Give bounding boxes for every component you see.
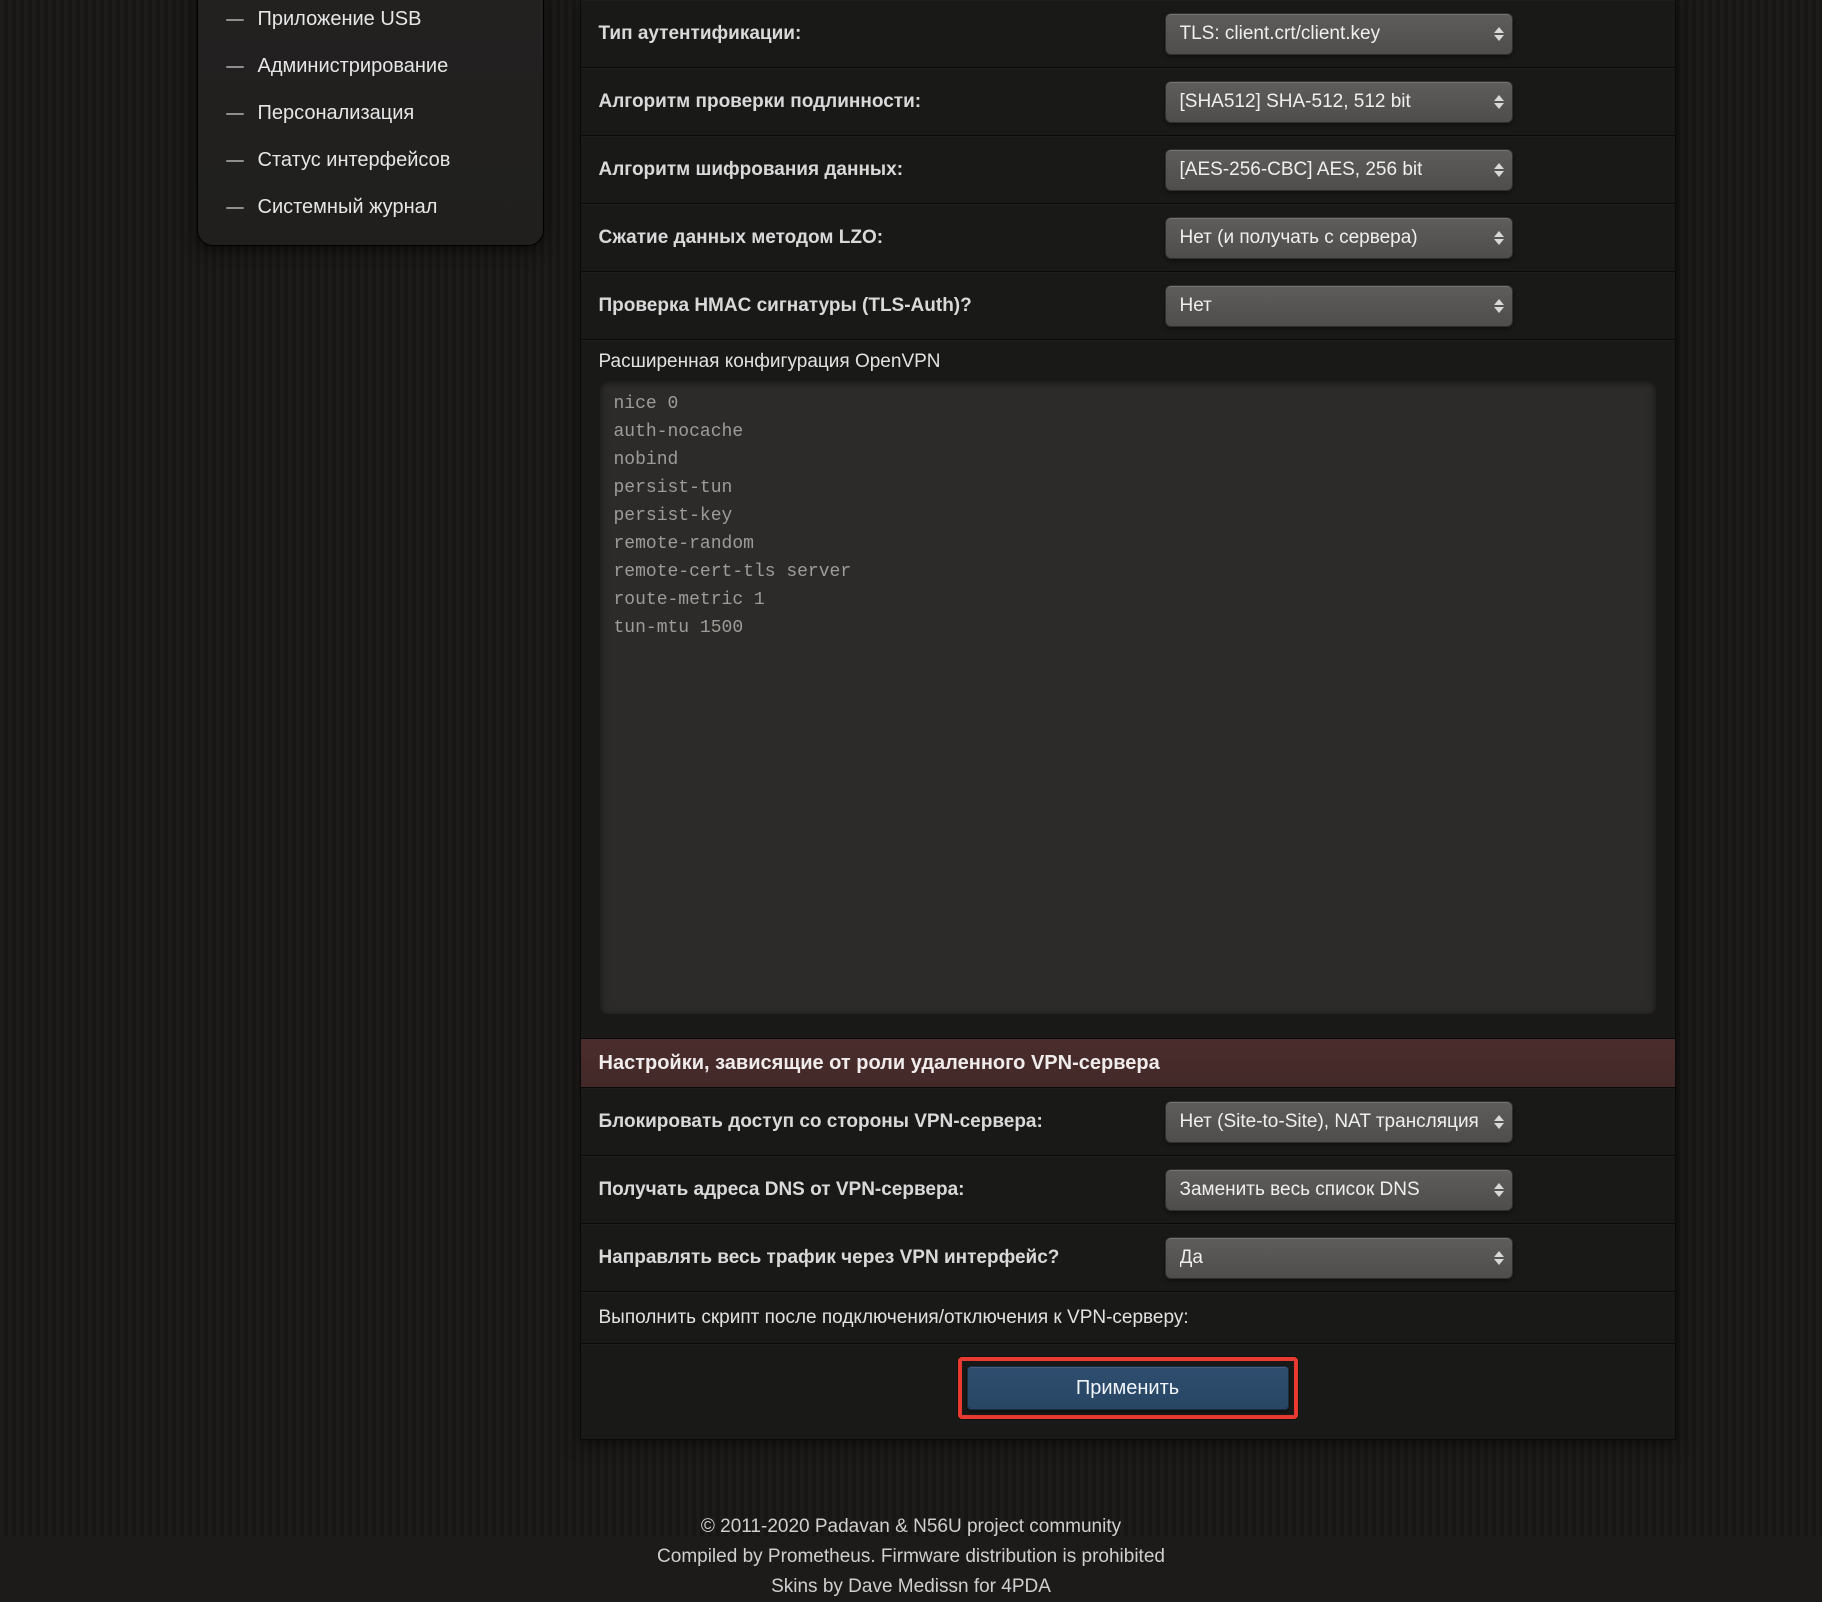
updown-icon bbox=[1494, 299, 1504, 313]
apply-button[interactable]: Применить bbox=[967, 1366, 1289, 1410]
select-block-vpn-server[interactable]: Нет (Site-to-Site), NAT трансляция bbox=[1165, 1101, 1513, 1143]
sidebar-item-usb-app[interactable]: Приложение USB bbox=[198, 0, 543, 43]
updown-icon bbox=[1494, 27, 1504, 41]
select-dns-from-vpn[interactable]: Заменить весь список DNS bbox=[1165, 1169, 1513, 1211]
footer-line-2: Compiled by Prometheus. Firmware distrib… bbox=[657, 1542, 1165, 1572]
updown-icon bbox=[1494, 1251, 1504, 1265]
dash-icon bbox=[226, 19, 244, 21]
apply-highlight: Применить bbox=[958, 1357, 1298, 1419]
label-hmac: Проверка HMAC сигнатуры (TLS-Auth)? bbox=[581, 272, 1147, 340]
select-value: [AES-256-CBC] AES, 256 bit bbox=[1180, 159, 1423, 181]
updown-icon bbox=[1494, 95, 1504, 109]
label-dns-from-vpn: Получать адреса DNS от VPN-сервера: bbox=[581, 1156, 1147, 1224]
select-value: Нет bbox=[1180, 295, 1212, 317]
footer-line-3: Skins by Dave Medissn for 4PDA bbox=[657, 1572, 1165, 1602]
select-value: Нет (Site-to-Site), NAT трансляция bbox=[1180, 1111, 1479, 1133]
sidebar-item-administration[interactable]: Администрирование bbox=[198, 43, 543, 90]
sidebar-item-label: Администрирование bbox=[258, 55, 449, 78]
select-value: [SHA512] SHA-512, 512 bit bbox=[1180, 91, 1411, 113]
dash-icon bbox=[226, 160, 244, 162]
select-cipher[interactable]: [AES-256-CBC] AES, 256 bit bbox=[1165, 149, 1513, 191]
main-panel: Тип аутентификации: TLS: client.crt/clie… bbox=[580, 0, 1676, 1440]
label-post-script: Выполнить скрипт после подключения/отклю… bbox=[581, 1292, 1675, 1344]
select-hmac[interactable]: Нет bbox=[1165, 285, 1513, 327]
sidebar-item-label: Приложение USB bbox=[258, 8, 422, 31]
sidebar: Приложение USB Администрирование Персона… bbox=[197, 0, 544, 246]
sidebar-item-label: Персонализация bbox=[258, 102, 415, 125]
apply-button-label: Применить bbox=[1076, 1377, 1179, 1400]
select-lzo[interactable]: Нет (и получать с сервера) bbox=[1165, 217, 1513, 259]
label-auth-type: Тип аутентификации: bbox=[581, 0, 1147, 68]
updown-icon bbox=[1494, 163, 1504, 177]
sidebar-item-personalization[interactable]: Персонализация bbox=[198, 90, 543, 137]
updown-icon bbox=[1494, 231, 1504, 245]
section-header-remote-role: Настройки, зависящие от роли удаленного … bbox=[581, 1039, 1675, 1088]
label-block-vpn-server: Блокировать доступ со стороны VPN-сервер… bbox=[581, 1088, 1147, 1156]
updown-icon bbox=[1494, 1115, 1504, 1129]
updown-icon bbox=[1494, 1183, 1504, 1197]
label-openvpn-config: Расширенная конфигурация OpenVPN bbox=[581, 340, 1675, 379]
label-lzo: Сжатие данных методом LZO: bbox=[581, 204, 1147, 272]
sidebar-item-label: Статус интерфейсов bbox=[258, 149, 451, 172]
select-value: TLS: client.crt/client.key bbox=[1180, 23, 1381, 45]
dash-icon bbox=[226, 113, 244, 115]
select-value: Да bbox=[1180, 1247, 1203, 1269]
select-auth-type[interactable]: TLS: client.crt/client.key bbox=[1165, 13, 1513, 55]
select-value: Нет (и получать с сервера) bbox=[1180, 227, 1418, 249]
footer: © 2011-2020 Padavan & N56U project commu… bbox=[657, 1512, 1165, 1602]
sidebar-item-system-log[interactable]: Системный журнал bbox=[198, 184, 543, 231]
sidebar-item-interface-status[interactable]: Статус интерфейсов bbox=[198, 137, 543, 184]
footer-line-1: © 2011-2020 Padavan & N56U project commu… bbox=[657, 1512, 1165, 1542]
label-digest: Алгоритм проверки подлинности: bbox=[581, 68, 1147, 136]
dash-icon bbox=[226, 207, 244, 209]
dash-icon bbox=[226, 66, 244, 68]
sidebar-item-label: Системный журнал bbox=[258, 196, 438, 219]
select-route-all[interactable]: Да bbox=[1165, 1237, 1513, 1279]
textarea-openvpn-config[interactable] bbox=[599, 379, 1657, 1015]
select-digest[interactable]: [SHA512] SHA-512, 512 bit bbox=[1165, 81, 1513, 123]
label-route-all: Направлять весь трафик через VPN интерфе… bbox=[581, 1224, 1147, 1292]
label-cipher: Алгоритм шифрования данных: bbox=[581, 136, 1147, 204]
select-value: Заменить весь список DNS bbox=[1180, 1179, 1420, 1201]
